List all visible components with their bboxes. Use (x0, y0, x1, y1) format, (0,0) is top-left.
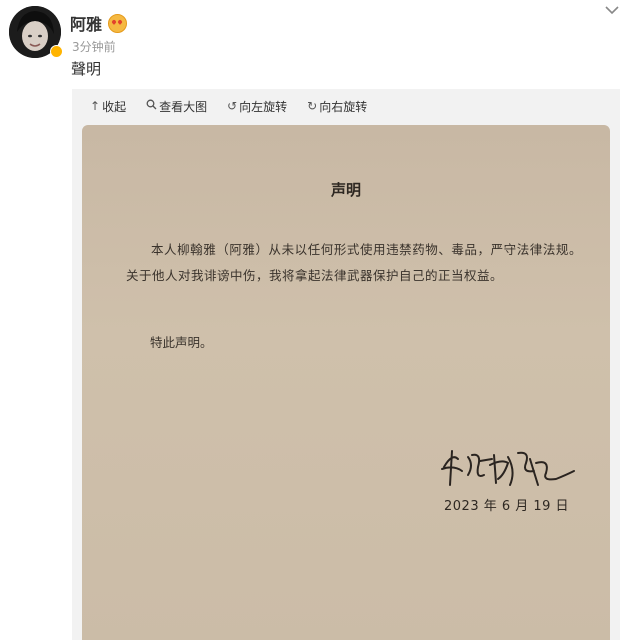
rotate-right-button[interactable]: ↻ 向右旋转 (307, 98, 367, 115)
document-title: 声明 (330, 181, 361, 199)
verified-badge-icon (50, 45, 63, 58)
rotate-left-button[interactable]: ↺ 向左旋转 (227, 98, 287, 115)
heart-eyes-emoji-icon (108, 13, 128, 33)
document-date: 2023 年 6 月 19 日 (444, 499, 570, 514)
collapse-button[interactable]: ↑ 收起 (90, 98, 126, 115)
document-closing: 特此声明。 (150, 335, 213, 350)
magnifier-icon (146, 99, 157, 113)
weibo-post: 阿雅 3分钟前 聲明 ↑ 收起 查看大图 ↺ 向左旋转 ↻ 向右旋转 声明 本人… (0, 0, 634, 640)
image-viewer: ↑ 收起 查看大图 ↺ 向左旋转 ↻ 向右旋转 声明 本人柳翰雅（阿雅）从未以任… (72, 89, 620, 640)
image-toolbar: ↑ 收起 查看大图 ↺ 向左旋转 ↻ 向右旋转 (72, 89, 620, 123)
username[interactable]: 阿雅 (70, 11, 128, 35)
document-body: 本人柳翰雅（阿雅）从未以任何形式使用违禁药物、毒品，严守法律法规。关于他人对我诽… (126, 242, 582, 283)
rotate-left-label: 向左旋转 (239, 99, 288, 114)
collapse-label: 收起 (102, 99, 127, 114)
arrow-up-icon: ↑ (90, 99, 101, 113)
post-time[interactable]: 3分钟前 (72, 38, 116, 55)
post-text: 聲明 (71, 60, 102, 78)
statement-image[interactable]: 声明 本人柳翰雅（阿雅）从未以任何形式使用违禁药物、毒品，严守法律法规。关于他人… (82, 125, 610, 640)
view-large-button[interactable]: 查看大图 (146, 98, 207, 115)
rotate-right-icon: ↻ (307, 99, 318, 113)
username-label[interactable]: 阿雅 (70, 11, 102, 35)
rotate-left-icon: ↺ (227, 99, 238, 113)
chevron-down-icon[interactable] (604, 4, 620, 16)
rotate-right-label: 向右旋转 (319, 99, 368, 114)
view-large-label: 查看大图 (159, 99, 208, 114)
handwritten-signature (441, 450, 575, 486)
